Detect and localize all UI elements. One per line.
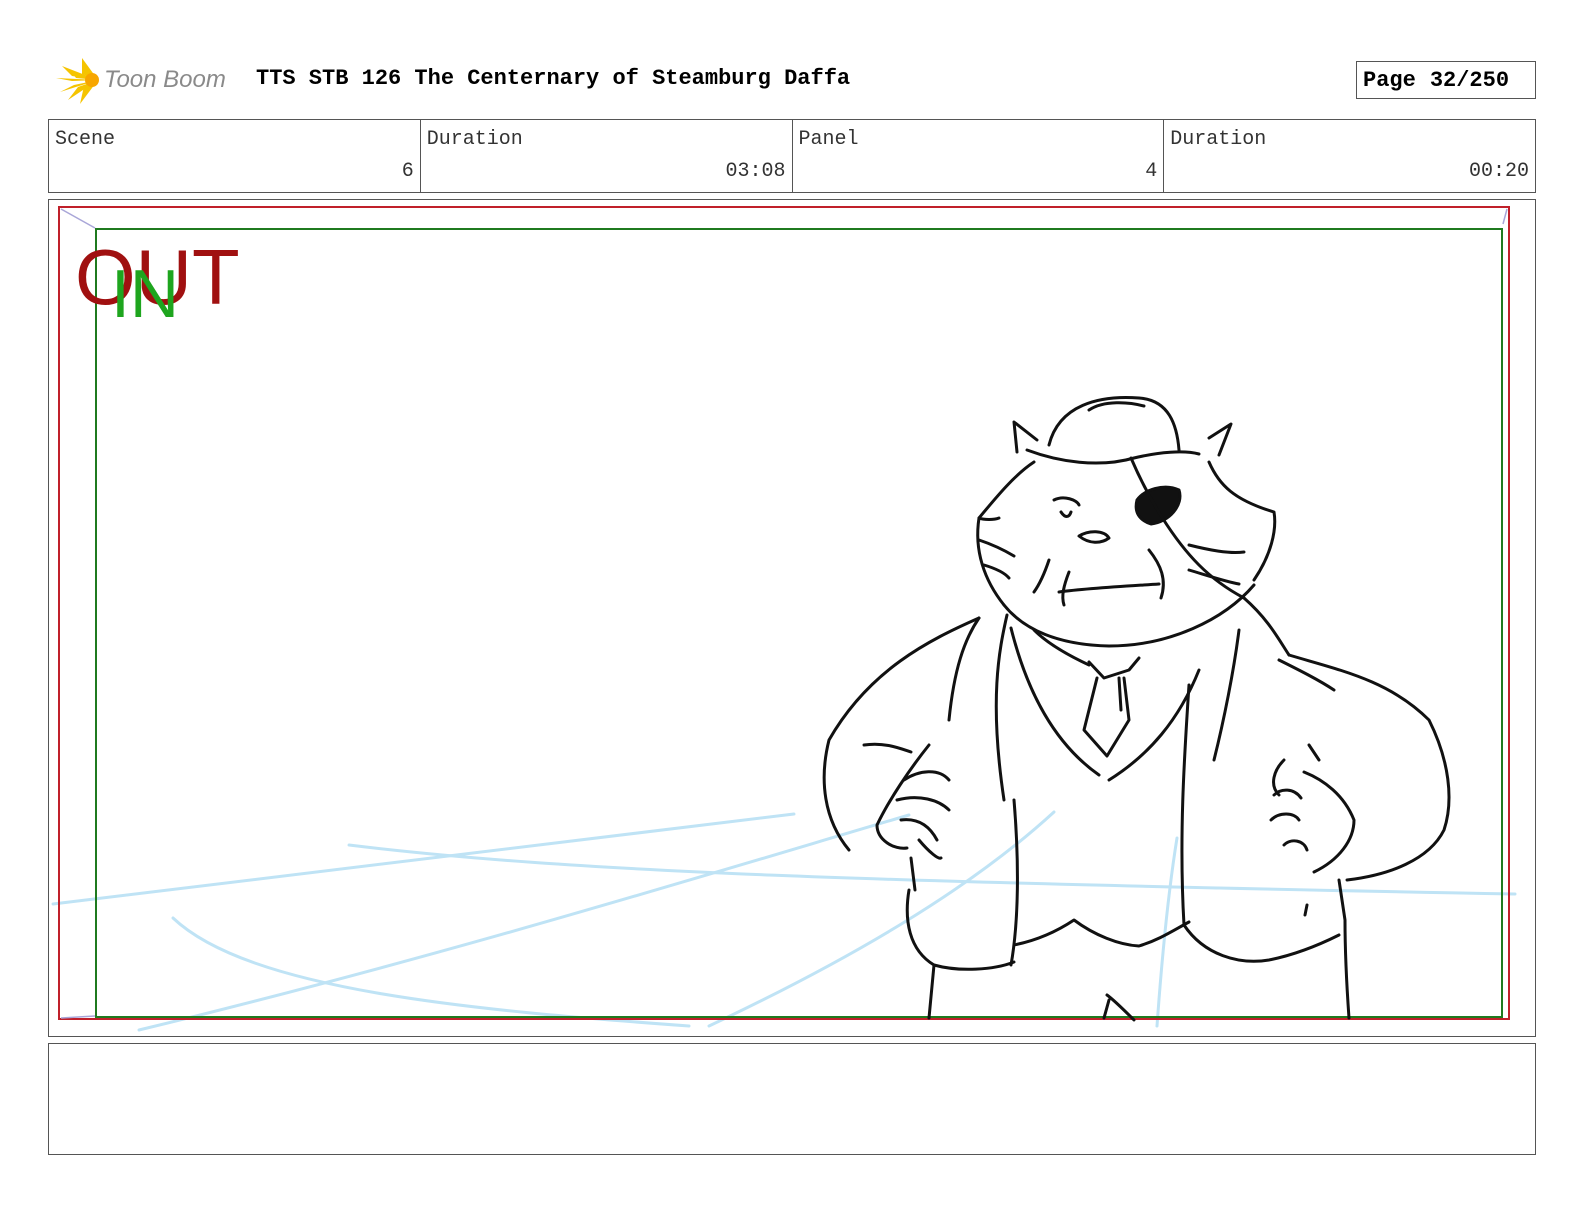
document-title: TTS STB 126 The Centernary of Steamburg … — [256, 66, 851, 91]
storyboard-header: Toon Boom TTS STB 126 The Centernary of … — [0, 0, 1584, 118]
starburst-icon — [56, 58, 99, 104]
toon-boom-logo: Toon Boom — [52, 56, 242, 106]
panel-duration-value: 00:20 — [1468, 160, 1529, 183]
perspective-guide-lines — [51, 810, 1517, 1032]
panel-duration-label: Duration — [1170, 128, 1267, 151]
panel-notes-box[interactable] — [48, 1043, 1536, 1155]
scene-value: 6 — [401, 160, 414, 183]
storyboard-panel-drawing: OUT IN — [48, 199, 1536, 1037]
panel-value: 4 — [1145, 160, 1158, 183]
panel-info-row: Scene 6 Duration 03:08 Panel 4 Duration … — [48, 119, 1536, 193]
panel-cell: Panel 4 — [793, 120, 1165, 192]
in-frame-label: IN — [111, 256, 179, 332]
page-label: Page — [1363, 67, 1416, 93]
cat-character-sketch — [822, 396, 1451, 1022]
logo-text: Toon Boom — [104, 66, 226, 93]
scene-duration-value: 03:08 — [725, 160, 786, 183]
page-indicator: Page 32/250 — [1356, 61, 1536, 99]
out-frame — [58, 206, 1510, 1020]
panel-duration-cell: Duration 00:20 — [1164, 120, 1535, 192]
in-frame — [95, 228, 1503, 1018]
scene-label: Scene — [55, 128, 116, 151]
scene-duration-label: Duration — [426, 128, 523, 151]
scene-duration-cell: Duration 03:08 — [421, 120, 793, 192]
panel-label: Panel — [798, 128, 859, 151]
panel-artwork — [51, 206, 1517, 1032]
page-number: 32/250 — [1429, 67, 1510, 93]
scene-cell: Scene 6 — [49, 120, 421, 192]
